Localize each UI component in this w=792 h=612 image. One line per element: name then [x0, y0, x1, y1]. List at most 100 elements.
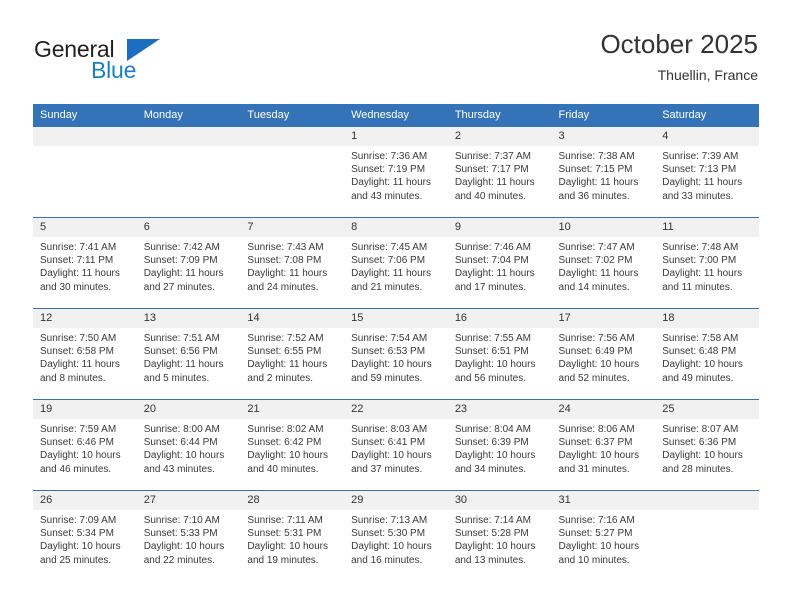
daylight-text: Daylight: 10 hours and 13 minutes. — [454, 541, 536, 566]
day-number — [240, 127, 345, 146]
calendar-day-cell[interactable]: 26 Sunrise: 7:09 AM Sunset: 5:34 PM Dayligh… — [33, 490, 137, 581]
calendar-day-cell[interactable]: 1 Sunrise: 7:36 AM Sunset: 7:19 PM Daylight… — [344, 126, 448, 218]
sunset-text: Sunset: 6:49 PM — [558, 346, 633, 358]
calendar-day-cell[interactable]: 12 Sunrise: 7:50 AM Sunset: 6:58 PM Dayligh… — [33, 308, 137, 400]
sunset-text: Sunset: 7:06 PM — [351, 255, 426, 267]
sunset-text: Sunset: 6:36 PM — [662, 437, 737, 449]
calendar-day-cell[interactable]: 8 Sunrise: 7:45 AM Sunset: 7:06 PM Daylight… — [344, 217, 448, 309]
day-sun-info: Sunrise: 7:46 AM Sunset: 7:04 PM Daylight:… — [448, 237, 552, 294]
sunrise-text: Sunrise: 7:58 AM — [662, 333, 739, 344]
sunrise-text: Sunrise: 7:13 AM — [351, 515, 428, 526]
day-sun-info: Sunrise: 7:54 AM Sunset: 6:53 PM Daylight:… — [344, 328, 448, 385]
calendar-day-cell[interactable]: 17 Sunrise: 7:56 AM Sunset: 6:49 PM Dayligh… — [551, 308, 656, 400]
daylight-text: Daylight: 11 hours and 36 minutes. — [558, 177, 639, 202]
calendar-day-cell[interactable]: 23 Sunrise: 8:04 AM Sunset: 6:39 PM Dayligh… — [447, 399, 552, 491]
day-number: 19 — [33, 400, 137, 419]
calendar-day-cell[interactable]: 6 Sunrise: 7:42 AM Sunset: 7:09 PM Daylight… — [136, 217, 241, 309]
daylight-text: Daylight: 10 hours and 22 minutes. — [143, 541, 225, 566]
day-number: 23 — [447, 400, 552, 419]
day-number: 14 — [240, 309, 345, 328]
calendar-week-row: 12 Sunrise: 7:50 AM Sunset: 6:58 PM Dayligh… — [33, 308, 759, 400]
calendar-day-cell[interactable]: 24 Sunrise: 8:06 AM Sunset: 6:37 PM Dayligh… — [551, 399, 656, 491]
sunrise-text: Sunrise: 7:39 AM — [662, 151, 739, 162]
calendar-day-cell[interactable]: 29 Sunrise: 7:13 AM Sunset: 5:30 PM Dayligh… — [344, 490, 448, 581]
day-number: 1 — [344, 127, 448, 146]
daylight-text: Daylight: 11 hours and 43 minutes. — [351, 177, 431, 202]
day-number: 9 — [447, 218, 552, 237]
day-sun-info: Sunrise: 7:11 AM Sunset: 5:31 PM Daylight:… — [240, 510, 344, 567]
calendar-day-cell[interactable]: 16 Sunrise: 7:55 AM Sunset: 6:51 PM Dayligh… — [447, 308, 552, 400]
day-sun-info: Sunrise: 7:59 AM Sunset: 6:46 PM Daylight:… — [33, 419, 137, 476]
day-sun-info: Sunrise: 8:00 AM Sunset: 6:44 PM Daylight:… — [137, 419, 241, 476]
day-number — [655, 491, 759, 510]
calendar-day-cell[interactable]: 3 Sunrise: 7:38 AM Sunset: 7:15 PM Daylight… — [551, 126, 656, 218]
sunset-text: Sunset: 7:13 PM — [662, 164, 737, 176]
sunrise-text: Sunrise: 7:09 AM — [40, 515, 117, 526]
calendar-day-cell[interactable]: 15 Sunrise: 7:54 AM Sunset: 6:53 PM Dayligh… — [344, 308, 448, 400]
day-number: 21 — [240, 400, 345, 419]
day-sun-info: Sunrise: 7:47 AM Sunset: 7:02 PM Daylight:… — [552, 237, 656, 294]
weekday-header-thursday: Thursday — [447, 104, 552, 127]
calendar-day-cell[interactable]: 21 Sunrise: 8:02 AM Sunset: 6:42 PM Dayligh… — [240, 399, 345, 491]
general-blue-logo[interactable]: General Blue — [34, 36, 274, 92]
calendar-day-cell[interactable]: 4 Sunrise: 7:39 AM Sunset: 7:13 PM Daylight… — [655, 126, 759, 218]
sunset-text: Sunset: 6:44 PM — [143, 437, 218, 449]
sunset-text: Sunset: 6:37 PM — [558, 437, 633, 449]
calendar-day-cell[interactable]: 27 Sunrise: 7:10 AM Sunset: 5:33 PM Dayligh… — [136, 490, 241, 581]
calendar-day-cell[interactable]: 5 Sunrise: 7:41 AM Sunset: 7:11 PM Daylight… — [33, 217, 137, 309]
calendar-day-cell[interactable]: 31 Sunrise: 7:16 AM Sunset: 5:27 PM Dayligh… — [551, 490, 656, 581]
sunrise-text: Sunrise: 7:36 AM — [351, 151, 428, 162]
calendar-week-row: 19 Sunrise: 7:59 AM Sunset: 6:46 PM Dayligh… — [33, 399, 759, 491]
calendar-day-cell[interactable]: 30 Sunrise: 7:14 AM Sunset: 5:28 PM Dayligh… — [447, 490, 552, 581]
day-sun-info: Sunrise: 7:41 AM Sunset: 7:11 PM Daylight:… — [33, 237, 137, 294]
day-number: 10 — [551, 218, 656, 237]
day-number: 3 — [551, 127, 656, 146]
calendar-day-cell[interactable]: 11 Sunrise: 7:48 AM Sunset: 7:00 PM Dayligh… — [655, 217, 759, 309]
day-sun-info: Sunrise: 7:43 AM Sunset: 7:08 PM Daylight:… — [240, 237, 344, 294]
calendar-page: General Blue October 2025 Thuellin, Fran… — [0, 0, 792, 612]
calendar-day-cell[interactable]: 18 Sunrise: 7:58 AM Sunset: 6:48 PM Dayligh… — [655, 308, 759, 400]
day-number: 31 — [551, 491, 656, 510]
calendar-body: 1 Sunrise: 7:36 AM Sunset: 7:19 PM Daylight… — [33, 126, 759, 581]
day-number: 20 — [136, 400, 241, 419]
sunrise-text: Sunrise: 7:50 AM — [40, 333, 117, 344]
daylight-text: Daylight: 11 hours and 17 minutes. — [454, 268, 535, 293]
calendar-day-cell[interactable]: 14 Sunrise: 7:52 AM Sunset: 6:55 PM Dayligh… — [240, 308, 345, 400]
calendar-day-cell[interactable]: 13 Sunrise: 7:51 AM Sunset: 6:56 PM Dayligh… — [136, 308, 241, 400]
calendar-day-cell[interactable]: 10 Sunrise: 7:47 AM Sunset: 7:02 PM Dayligh… — [551, 217, 656, 309]
calendar-day-cell[interactable]: 22 Sunrise: 8:03 AM Sunset: 6:41 PM Dayligh… — [344, 399, 448, 491]
day-number: 2 — [447, 127, 552, 146]
day-number: 15 — [344, 309, 448, 328]
day-number: 25 — [655, 400, 759, 419]
calendar-day-cell[interactable]: 20 Sunrise: 8:00 AM Sunset: 6:44 PM Dayligh… — [136, 399, 241, 491]
calendar-day-cell[interactable]: 28 Sunrise: 7:11 AM Sunset: 5:31 PM Dayligh… — [240, 490, 345, 581]
sunset-text: Sunset: 7:04 PM — [454, 255, 529, 267]
calendar-day-cell[interactable]: 25 Sunrise: 8:07 AM Sunset: 6:36 PM Dayligh… — [655, 399, 759, 491]
daylight-text: Daylight: 11 hours and 14 minutes. — [558, 268, 639, 293]
sunset-text: Sunset: 5:34 PM — [40, 528, 114, 540]
calendar-day-cell[interactable]: 2 Sunrise: 7:37 AM Sunset: 7:17 PM Daylight… — [447, 126, 552, 218]
calendar-day-cell[interactable]: 9 Sunrise: 7:46 AM Sunset: 7:04 PM Daylight… — [447, 217, 552, 309]
sunrise-text: Sunrise: 8:07 AM — [662, 424, 739, 435]
calendar-day-cell[interactable]: 7 Sunrise: 7:43 AM Sunset: 7:08 PM Daylight… — [240, 217, 345, 309]
calendar-day-cell[interactable]: 19 Sunrise: 7:59 AM Sunset: 6:46 PM Dayligh… — [33, 399, 137, 491]
sunrise-text: Sunrise: 7:46 AM — [454, 242, 531, 253]
calendar-week-row: 5 Sunrise: 7:41 AM Sunset: 7:11 PM Daylight… — [33, 217, 759, 309]
day-number: 18 — [655, 309, 759, 328]
calendar-day-cell-empty — [655, 490, 759, 581]
day-sun-info: Sunrise: 7:45 AM Sunset: 7:06 PM Daylight:… — [344, 237, 448, 294]
day-number: 29 — [344, 491, 448, 510]
sunrise-text: Sunrise: 7:37 AM — [454, 151, 531, 162]
sunrise-text: Sunrise: 8:04 AM — [454, 424, 531, 435]
daylight-text: Daylight: 11 hours and 30 minutes. — [40, 268, 120, 293]
day-number — [33, 127, 137, 146]
page-header: General Blue October 2025 Thuellin, Fran… — [34, 28, 758, 98]
sunset-text: Sunset: 7:02 PM — [558, 255, 633, 267]
sunset-text: Sunset: 6:53 PM — [351, 346, 426, 358]
weekday-header-friday: Friday — [551, 104, 656, 127]
sunrise-text: Sunrise: 7:54 AM — [351, 333, 428, 344]
sunrise-text: Sunrise: 7:14 AM — [454, 515, 531, 526]
daylight-text: Daylight: 11 hours and 27 minutes. — [143, 268, 224, 293]
sunset-text: Sunset: 7:08 PM — [247, 255, 322, 267]
sunrise-text: Sunrise: 7:38 AM — [558, 151, 635, 162]
